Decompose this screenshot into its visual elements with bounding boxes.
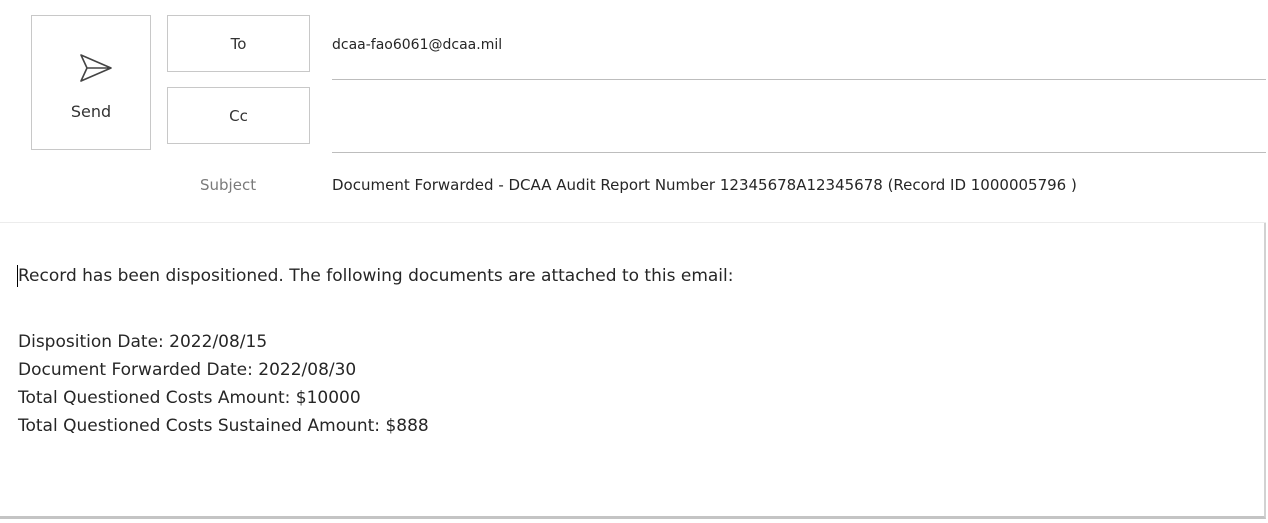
subject-label: Subject bbox=[200, 176, 257, 194]
body-disposition-date: Disposition Date: 2022/08/15 bbox=[18, 332, 268, 352]
send-label: Send bbox=[70, 102, 112, 121]
compose-header: Send To dcaa-fao6061@dcaa.mil Cc Subject… bbox=[0, 0, 1266, 223]
body-questioned-amount: Total Questioned Costs Amount: $10000 bbox=[18, 388, 361, 408]
cc-button[interactable]: Cc bbox=[167, 87, 310, 144]
body-sustained-amount: Total Questioned Costs Sustained Amount:… bbox=[18, 416, 429, 436]
to-button[interactable]: To bbox=[167, 15, 310, 72]
message-body[interactable]: Record has been dispositioned. The follo… bbox=[0, 223, 1266, 513]
body-forwarded-date: Document Forwarded Date: 2022/08/30 bbox=[18, 360, 357, 380]
compose-window: Send To dcaa-fao6061@dcaa.mil Cc Subject… bbox=[0, 0, 1266, 519]
cc-field-underline bbox=[332, 152, 1266, 153]
subject-field[interactable]: Document Forwarded - DCAA Audit Report N… bbox=[332, 176, 1077, 194]
to-field[interactable]: dcaa-fao6061@dcaa.mil bbox=[332, 33, 502, 57]
send-icon bbox=[80, 54, 112, 82]
to-field-underline bbox=[332, 79, 1266, 80]
body-intro: Record has been dispositioned. The follo… bbox=[18, 266, 734, 286]
send-button[interactable]: Send bbox=[31, 15, 151, 150]
cc-field[interactable] bbox=[332, 105, 1232, 129]
